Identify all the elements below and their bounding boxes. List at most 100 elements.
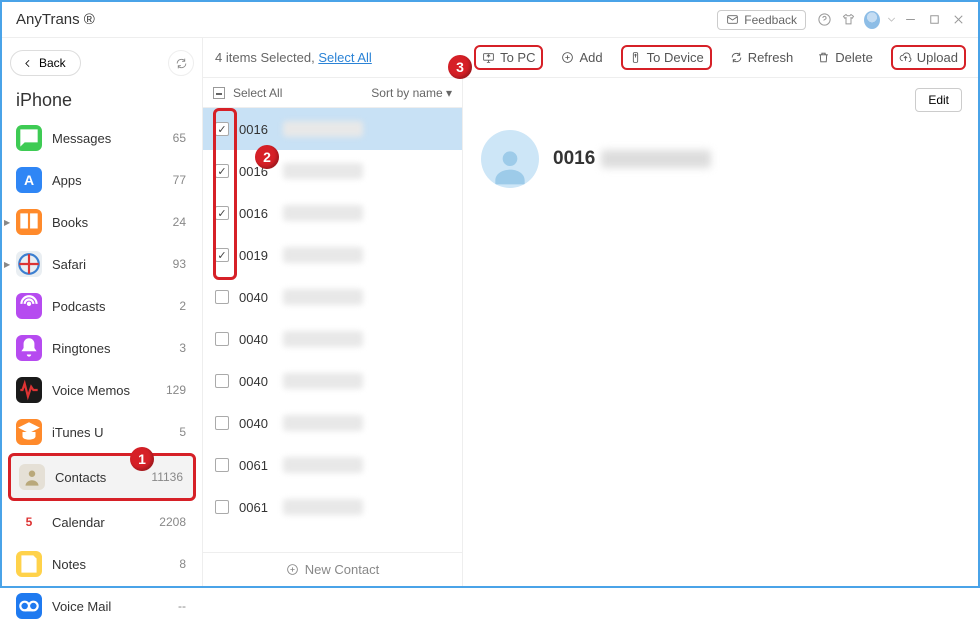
note-icon	[16, 551, 42, 577]
selection-summary: 4 items Selected, Select All	[215, 50, 372, 65]
A-icon: A	[16, 167, 42, 193]
sidebar-item-itunes-u[interactable]: iTunes U 5	[8, 411, 196, 453]
contact-row[interactable]: ✓0019	[203, 234, 462, 276]
sidebar-item-count: 8	[179, 557, 186, 571]
row-checkbox[interactable]: ✓	[215, 122, 229, 136]
sidebar-item-label: Books	[52, 215, 88, 230]
to-pc-button[interactable]: To PC	[474, 45, 543, 70]
grad-icon	[16, 419, 42, 445]
sidebar-refresh-button[interactable]	[168, 50, 194, 76]
sidebar-item-ringtones[interactable]: Ringtones3	[8, 327, 196, 369]
redacted-text	[283, 247, 363, 263]
speech-icon	[16, 125, 42, 151]
to-device-button[interactable]: To Device	[621, 45, 712, 70]
contact-row[interactable]: 0040	[203, 402, 462, 444]
redacted-text	[283, 499, 363, 515]
maximize-button[interactable]	[922, 8, 946, 32]
contact-list: Select All Sort by name ▾ ✓0016✓0016✓001…	[203, 78, 463, 586]
annotation-badge-3: 3	[448, 55, 472, 79]
sidebar-item-label: iTunes U	[52, 425, 104, 440]
add-button[interactable]: Add	[555, 47, 608, 68]
new-contact-button[interactable]: New Contact	[203, 552, 462, 586]
row-number: 0016	[239, 206, 273, 221]
row-checkbox[interactable]	[215, 290, 229, 304]
back-button[interactable]: Back	[10, 50, 81, 76]
plus-circle-icon	[561, 51, 574, 64]
sidebar-item-label: Messages	[52, 131, 111, 146]
sidebar-item-voice-memos[interactable]: Voice Memos 129	[8, 369, 196, 411]
compass-icon	[16, 251, 42, 277]
contact-icon	[19, 464, 45, 490]
sidebar-item-safari[interactable]: Safari93	[8, 243, 196, 285]
contact-name: 0016	[553, 148, 711, 170]
sidebar-item-apps[interactable]: AApps77	[8, 159, 196, 201]
sidebar-item-podcasts[interactable]: Podcasts2	[8, 285, 196, 327]
sidebar-item-count: 11136	[151, 470, 183, 484]
row-checkbox[interactable]	[215, 500, 229, 514]
contact-row[interactable]: 0061	[203, 486, 462, 528]
refresh-icon	[730, 51, 743, 64]
contact-row[interactable]: 0040	[203, 318, 462, 360]
sidebar-item-count: 2208	[159, 515, 186, 529]
contact-row[interactable]: ✓0016	[203, 108, 462, 150]
header-select-all[interactable]: Select All	[233, 86, 282, 100]
cal-icon: 5	[16, 509, 42, 535]
row-checkbox[interactable]	[215, 374, 229, 388]
book-icon	[16, 209, 42, 235]
row-number: 0061	[239, 458, 273, 473]
to-pc-icon	[482, 51, 495, 64]
contact-row[interactable]: 0061	[203, 444, 462, 486]
contact-row[interactable]: ✓ 0016	[203, 192, 462, 234]
to-device-icon	[629, 51, 642, 64]
delete-button[interactable]: Delete	[811, 47, 879, 68]
minimize-button[interactable]	[898, 8, 922, 32]
row-checkbox[interactable]: ✓	[215, 248, 229, 262]
contact-row[interactable]: 0040	[203, 276, 462, 318]
sidebar-item-count: 93	[173, 257, 186, 271]
sidebar-item-contacts[interactable]: Contacts11136	[8, 453, 196, 501]
sidebar-item-count: 3	[179, 341, 186, 355]
select-all-link[interactable]: Select All	[318, 50, 371, 65]
sidebar-item-books[interactable]: Books24	[8, 201, 196, 243]
titlebar: AnyTrans ® Feedback	[2, 2, 978, 38]
trash-icon	[817, 51, 830, 64]
feedback-button[interactable]: Feedback	[717, 10, 806, 30]
chevron-down-icon[interactable]	[884, 8, 898, 32]
row-checkbox[interactable]	[215, 458, 229, 472]
help-icon[interactable]	[812, 8, 836, 32]
contact-row[interactable]: 0040	[203, 360, 462, 402]
edit-button[interactable]: Edit	[915, 88, 962, 112]
sort-dropdown[interactable]: Sort by name ▾	[371, 86, 452, 100]
annotation-badge-1: 1	[130, 447, 154, 471]
sidebar-item-calendar[interactable]: 5Calendar2208	[8, 501, 196, 543]
tshirt-icon[interactable]	[836, 8, 860, 32]
sidebar-item-label: Podcasts	[52, 299, 105, 314]
sidebar-item-voice-mail[interactable]: Voice Mail--	[8, 585, 196, 627]
sidebar-item-messages[interactable]: Messages65	[8, 117, 196, 159]
sidebar-item-count: 129	[166, 383, 186, 397]
annotation-badge-2: 2	[255, 145, 279, 169]
sidebar-item-label: Voice Memos	[52, 383, 130, 398]
redacted-text	[283, 457, 363, 473]
user-avatar[interactable]	[860, 8, 884, 32]
row-checkbox[interactable]	[215, 416, 229, 430]
back-label: Back	[39, 56, 66, 70]
contact-row[interactable]: ✓0016	[203, 150, 462, 192]
sidebar-item-count: 77	[173, 173, 186, 187]
row-checkbox[interactable]: ✓	[215, 206, 229, 220]
tri-state-checkbox[interactable]	[213, 87, 225, 99]
device-title: iPhone	[8, 82, 196, 117]
refresh-button[interactable]: Refresh	[724, 47, 800, 68]
close-button[interactable]	[946, 8, 970, 32]
sidebar-item-label: Notes	[52, 557, 86, 572]
row-number: 0061	[239, 500, 273, 515]
refresh-icon	[175, 57, 188, 70]
upload-button[interactable]: Upload	[891, 45, 966, 70]
row-checkbox[interactable]	[215, 332, 229, 346]
sidebar-item-notes[interactable]: Notes 8	[8, 543, 196, 585]
row-checkbox[interactable]: ✓	[215, 164, 229, 178]
redacted-text	[283, 289, 363, 305]
redacted-text	[283, 415, 363, 431]
sidebar-item-count: 5	[179, 425, 186, 439]
arrow-left-icon	[21, 57, 34, 70]
